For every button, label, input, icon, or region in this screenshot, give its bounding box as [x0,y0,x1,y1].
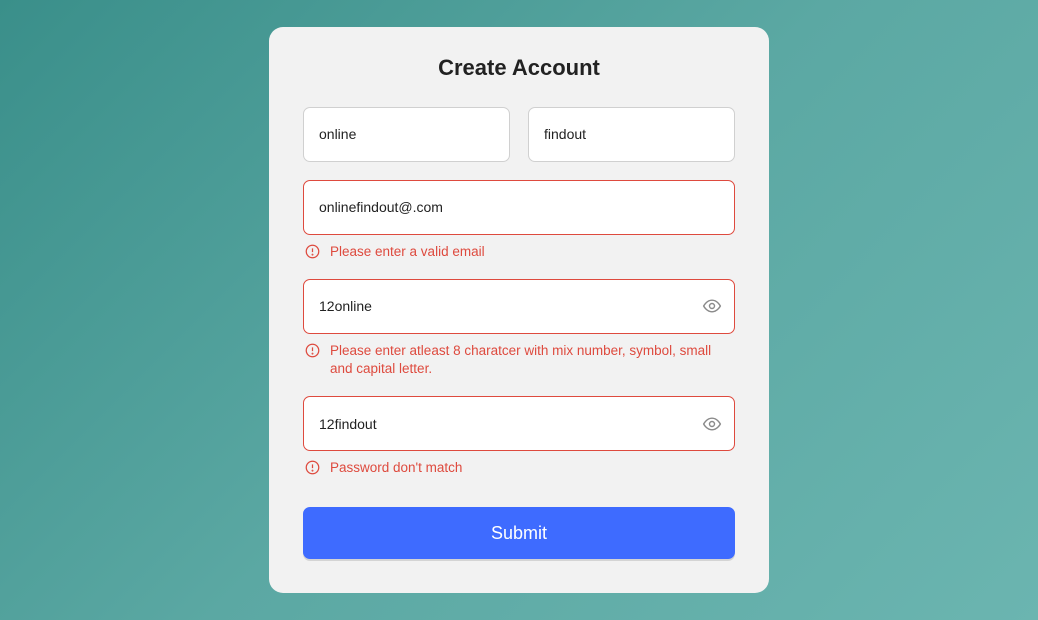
password-group: Please enter atleast 8 charatcer with mi… [303,279,735,378]
password-error-text: Please enter atleast 8 charatcer with mi… [330,342,733,378]
confirm-password-error-text: Password don't match [330,459,462,477]
password-wrap [303,279,735,334]
signup-card: Create Account Please enter a valid emai… [269,27,769,594]
confirm-password-wrap [303,396,735,451]
name-row [303,107,735,162]
first-name-input[interactable] [303,107,510,162]
page-title: Create Account [303,55,735,81]
first-name-wrap [303,107,510,162]
eye-icon [702,414,722,434]
email-wrap [303,180,735,235]
confirm-password-visibility-toggle[interactable] [701,413,723,435]
last-name-wrap [528,107,735,162]
alert-icon [305,343,320,358]
alert-icon [305,460,320,475]
email-error: Please enter a valid email [303,243,735,261]
last-name-input[interactable] [528,107,735,162]
email-error-text: Please enter a valid email [330,243,485,261]
password-error: Please enter atleast 8 charatcer with mi… [303,342,735,378]
confirm-password-error: Password don't match [303,459,735,477]
submit-button[interactable]: Submit [303,507,735,559]
password-input[interactable] [303,279,735,334]
email-group: Please enter a valid email [303,180,735,261]
alert-icon [305,244,320,259]
email-input[interactable] [303,180,735,235]
confirm-password-input[interactable] [303,396,735,451]
confirm-password-group: Password don't match [303,396,735,477]
eye-icon [702,296,722,316]
password-visibility-toggle[interactable] [701,295,723,317]
